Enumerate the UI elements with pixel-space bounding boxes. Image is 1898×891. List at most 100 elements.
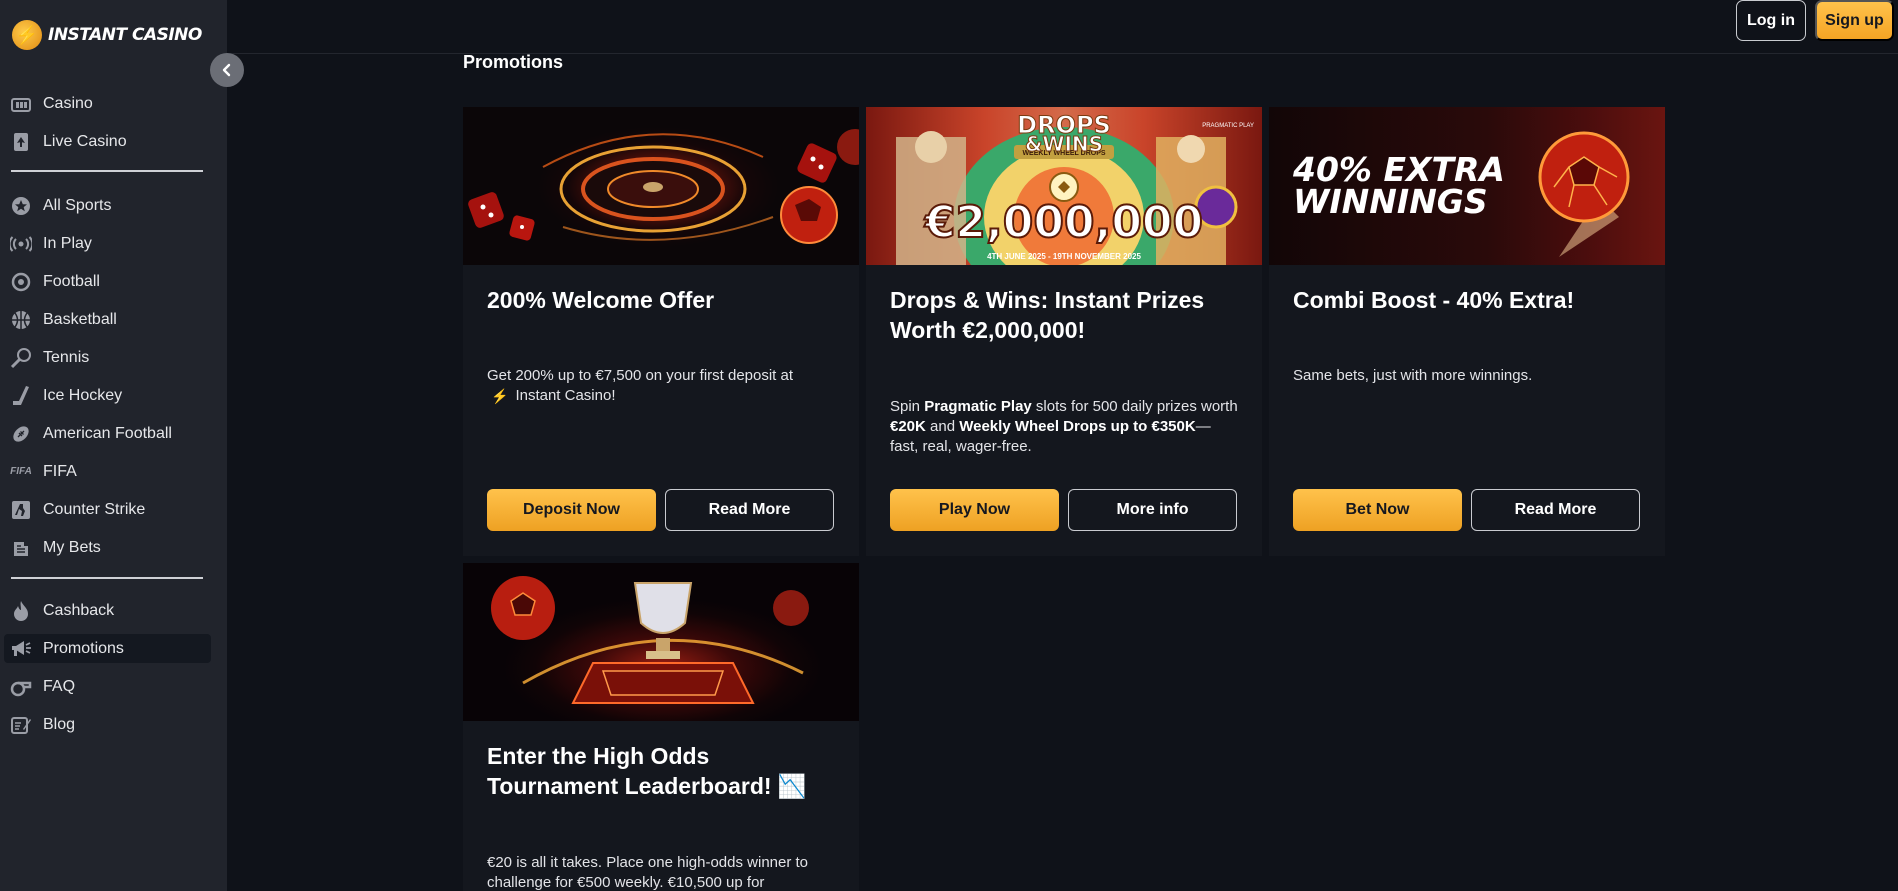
promotion-banner[interactable] [463, 563, 859, 721]
sidebar-item-label: Football [43, 272, 100, 290]
promotion-title: Combi Boost - 40% Extra! [1293, 287, 1575, 313]
read-more-button[interactable]: Read More [1471, 489, 1640, 531]
promotion-text: Same bets, just with more winnings. [1293, 367, 1533, 384]
promotion-title: 200% Welcome Offer [487, 287, 715, 313]
sidebar-item-in-play[interactable]: In Play [4, 229, 211, 258]
signup-button[interactable]: Sign up [1815, 0, 1894, 41]
sidebar-item-label: Cashback [43, 601, 115, 619]
promotion-description: €20 is all it takes. Place one high-odds… [487, 853, 835, 891]
tennis-racket-icon [10, 347, 32, 369]
sidebar-item-label: Basketball [43, 310, 117, 328]
sidebar-item-basketball[interactable]: Basketball [4, 305, 211, 334]
promotion-card: WEEKLY WHEEL DROPS DROPS &WINS €2,000,00… [866, 107, 1262, 556]
sidebar-collapse-button[interactable] [210, 53, 244, 87]
extra-winnings-image: 40% EXTRA WINNINGS [1292, 131, 1630, 257]
promotion-text: Spin Pragmatic Play slots for 500 daily … [890, 397, 1238, 457]
read-more-button[interactable]: Read More [665, 489, 834, 531]
sidebar-item-live-casino[interactable]: Live Casino [4, 127, 211, 156]
sidebar-item-casino[interactable]: Casino [4, 89, 211, 118]
sidebar-item-promotions[interactable]: Promotions [4, 634, 211, 663]
fifa-badge-text: FIFA [10, 466, 32, 477]
text-part-bold: €20K [890, 418, 926, 435]
lightning-bolt-icon: ⚡ [491, 388, 509, 404]
sidebar-item-label: Promotions [43, 639, 124, 657]
promotion-card: Enter the High Odds Tournament Leaderboa… [463, 563, 859, 891]
casino-icon [10, 93, 32, 115]
blog-icon [10, 714, 32, 736]
sidebar-item-cashback[interactable]: Cashback [4, 596, 211, 625]
sidebar-item-label: Tennis [43, 348, 90, 366]
promotion-text: €20 is all it takes. Place one high-odds… [487, 854, 809, 891]
sidebar-item-fifa[interactable]: FIFA FIFA [4, 457, 211, 486]
flame-icon [10, 600, 32, 622]
sidebar-item-label: American Football [43, 424, 172, 442]
promotion-card-body: Enter the High Odds Tournament Leaderboa… [487, 741, 835, 801]
promotion-title: Drops & Wins: Instant Prizes Worth €2,00… [890, 287, 1205, 343]
sidebar-item-tennis[interactable]: Tennis [4, 343, 211, 372]
top-bar: Log in Sign up [227, 0, 1898, 54]
banner-provider: PRAGMATIC PLAY [1202, 123, 1254, 129]
sidebar: ⚡ INSTANT CASINO Casino Live Casino All … [0, 0, 227, 891]
promotion-banner[interactable]: 40% EXTRA WINNINGS [1269, 107, 1665, 265]
sidebar-item-label: FAQ [43, 677, 76, 695]
text-part: and [925, 418, 960, 435]
sidebar-item-faq[interactable]: FAQ [4, 672, 211, 701]
page-title: Promotions [463, 52, 564, 72]
promotion-card: 40% EXTRA WINNINGS Combi Boost - 40% Ext… [1269, 107, 1665, 556]
drops-and-wins-image: WEEKLY WHEEL DROPS DROPS &WINS €2,000,00… [896, 111, 1254, 265]
banner-headline: WINNINGS [1293, 182, 1488, 221]
brand-logo[interactable]: ⚡ INSTANT CASINO [12, 20, 202, 50]
counter-strike-icon [10, 499, 32, 521]
sidebar-item-my-bets[interactable]: My Bets [4, 533, 211, 562]
sidebar-item-label: FIFA [43, 462, 77, 480]
bet-now-button[interactable]: Bet Now [1293, 489, 1462, 531]
sidebar-item-label: All Sports [43, 196, 112, 214]
sidebar-divider [11, 170, 203, 172]
promotion-title: Enter the High Odds Tournament Leaderboa… [487, 743, 807, 799]
banner-headline: &WINS [1025, 132, 1103, 156]
promotion-card: 200% Welcome Offer Get 200% up to €7,500… [463, 107, 859, 556]
promotion-card-body: Drops & Wins: Instant Prizes Worth €2,00… [890, 285, 1238, 345]
sidebar-item-label: Casino [43, 94, 93, 112]
sidebar-item-label: Live Casino [43, 132, 127, 150]
hockey-stick-icon [10, 385, 32, 407]
login-button[interactable]: Log in [1736, 0, 1806, 41]
brand-name: INSTANT CASINO [48, 25, 202, 45]
roulette-dice-image [468, 129, 859, 244]
deposit-now-button[interactable]: Deposit Now [487, 489, 656, 531]
sidebar-item-blog[interactable]: Blog [4, 710, 211, 739]
promotion-description: Spin Pragmatic Play slots for 500 daily … [890, 397, 1238, 457]
text-part: Spin [890, 398, 925, 415]
sidebar-item-all-sports[interactable]: All Sports [4, 191, 211, 220]
sidebar-item-football[interactable]: Football [4, 267, 211, 296]
trophy-leaderboard-image [491, 576, 809, 704]
play-now-button[interactable]: Play Now [890, 489, 1059, 531]
megaphone-icon [10, 638, 32, 660]
promotion-description: Get 200% up to €7,500 on your first depo… [487, 366, 835, 406]
fifa-icon: FIFA [10, 461, 32, 483]
sidebar-divider [11, 577, 203, 579]
ticket-icon [10, 537, 32, 559]
promotion-banner[interactable] [463, 107, 859, 265]
spade-card-icon [10, 131, 32, 153]
sidebar-item-counter-strike[interactable]: Counter Strike [4, 495, 211, 524]
promotion-banner[interactable]: WEEKLY WHEEL DROPS DROPS &WINS €2,000,00… [866, 107, 1262, 265]
sidebar-item-ice-hockey[interactable]: Ice Hockey [4, 381, 211, 410]
star-ball-icon [10, 195, 32, 217]
text-part-bold: Weekly Wheel Drops up to €350K [959, 418, 1196, 435]
broadcast-icon [10, 233, 32, 255]
promotion-text: Instant Casino! [515, 387, 616, 404]
football-icon [10, 271, 32, 293]
sidebar-item-american-football[interactable]: American Football [4, 419, 211, 448]
american-football-icon [10, 423, 32, 445]
sidebar-item-label: Blog [43, 715, 76, 733]
banner-dates: 4TH JUNE 2025 - 19TH NOVEMBER 2025 [987, 252, 1141, 261]
promotion-card-body: Combi Boost - 40% Extra! [1293, 285, 1641, 315]
more-info-button[interactable]: More info [1068, 489, 1237, 531]
text-part: slots for 500 daily prizes worth [1031, 398, 1238, 415]
chevron-left-icon [222, 63, 231, 77]
promotion-card-body: 200% Welcome Offer [487, 285, 835, 315]
sidebar-item-label: Counter Strike [43, 500, 146, 518]
promotion-description: Same bets, just with more winnings. [1293, 366, 1641, 386]
promotion-text: Get 200% up to €7,500 on your first depo… [487, 367, 794, 384]
